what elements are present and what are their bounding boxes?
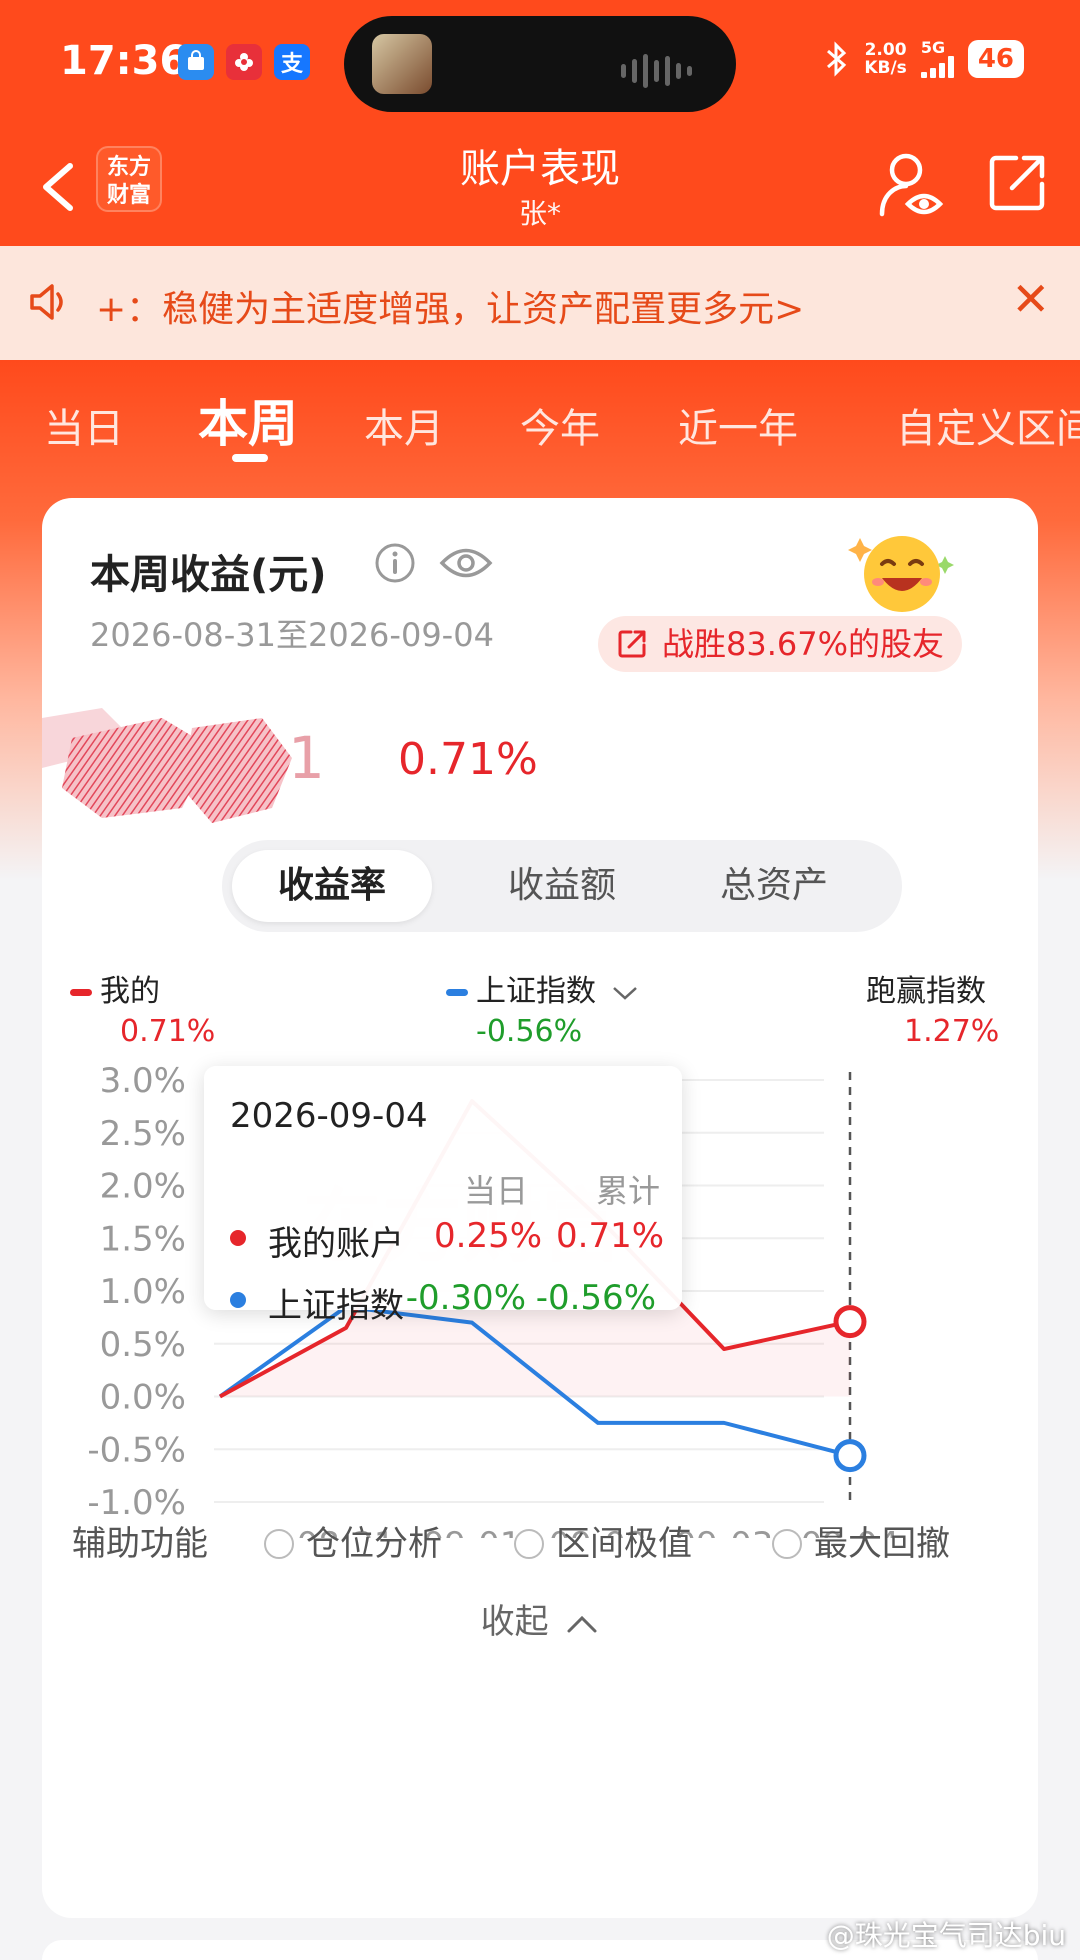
aux-option-drawdown-label: 最大回撤 (814, 1524, 950, 1564)
weibo-watermark: @珠光宝气司达biu (826, 1919, 1066, 1952)
share-icon (618, 630, 646, 658)
legend-excess-label: 跑赢指数 (866, 974, 986, 1009)
date-range: 2026-08-31至2026-09-04 (90, 616, 494, 654)
radio-icon[interactable] (514, 1528, 544, 1559)
tooltip-index-dot (230, 1292, 246, 1308)
tooltip-col-day: 当日 (464, 1172, 529, 1210)
period-tabs: 当日 本周 本月 今年 近一年 自定义区间 (0, 372, 1080, 472)
bag-app-icon (178, 44, 214, 80)
tab-this-year[interactable]: 今年 (520, 396, 600, 454)
audio-wave-icon (621, 54, 692, 88)
chevron-up-icon (567, 1615, 597, 1632)
chart-tooltip: 2026-09-04 当日 累计 我的账户 0.25% 0.71% 上证指数 -… (204, 1066, 682, 1326)
metric-tab-return-amount[interactable]: 收益额 (462, 850, 662, 922)
flower-app-icon (226, 44, 262, 80)
speed-value: 2.00 (864, 40, 907, 60)
status-time: 17:36 (60, 38, 188, 84)
chevron-down-icon[interactable] (610, 983, 640, 1003)
legend-mine-value: 0.71% (120, 1014, 216, 1049)
metric-switch: 收益率 收益额 总资产 (222, 840, 902, 932)
legend-index-swatch (446, 989, 468, 996)
tooltip-index-day: -0.30% (405, 1278, 526, 1318)
notice-text[interactable]: +：稳健为主适度增强，让资产配置更多元> (96, 280, 804, 332)
tooltip-mine-dot (230, 1230, 246, 1246)
y-tick-label: 3.0% (100, 1061, 186, 1101)
y-tick-label: 1.5% (100, 1219, 186, 1259)
active-tab-indicator (232, 454, 268, 462)
aux-functions-label: 辅助功能 (72, 1524, 208, 1564)
status-bar: 17:36 支 2.00 KB/s 5G 46 (0, 0, 1080, 130)
speed-unit: KB/s (864, 58, 907, 78)
collapse-button[interactable]: 收起 (42, 1594, 1038, 1643)
collapse-label: 收起 (480, 1602, 549, 1642)
y-tick-label: 2.0% (100, 1167, 186, 1207)
metric-tab-return-rate[interactable]: 收益率 (232, 850, 432, 922)
notice-bar[interactable]: +：稳健为主适度增强，让资产配置更多元> ✕ (0, 246, 1080, 360)
tooltip-mine-name: 我的账户 (268, 1224, 404, 1264)
legend-excess: 跑赢指数 (866, 966, 986, 1010)
aux-option-range-extremes[interactable]: 区间极值 (514, 1516, 692, 1565)
performance-card: 本周收益(元) 2026-08-31至2026-09-04 战胜83.67%的股… (42, 498, 1038, 1918)
redacted-amount-digit: 1 (288, 724, 325, 792)
legend-index[interactable]: 上证指数 (446, 966, 640, 1010)
index-highlight-point (833, 1439, 867, 1473)
card-title: 本周收益(元) (90, 552, 327, 598)
cellular-indicator: 5G (920, 38, 954, 78)
view-profile-icon[interactable] (876, 148, 946, 224)
tooltip-mine-total: 0.71% (556, 1216, 665, 1256)
redacted-amount-scribble: 1 (42, 708, 325, 823)
radio-icon[interactable] (772, 1528, 802, 1559)
close-icon[interactable]: ✕ (1011, 272, 1050, 326)
status-app-icons: 支 (178, 44, 310, 80)
bluetooth-icon (827, 41, 847, 77)
legend-mine-swatch (70, 989, 92, 996)
tab-today[interactable]: 当日 (44, 396, 124, 454)
aux-option-range-label: 区间极值 (556, 1524, 692, 1564)
battery-indicator: 46 (967, 40, 1024, 78)
y-tick-label: 0.0% (100, 1378, 186, 1418)
legend-index-value: -0.56% (476, 1014, 583, 1049)
y-tick-label: 2.5% (100, 1114, 186, 1154)
tab-custom-range[interactable]: 自定义区间 (896, 396, 1080, 454)
tab-this-week[interactable]: 本周 (198, 384, 298, 456)
aux-option-max-drawdown[interactable]: 最大回撤 (772, 1516, 950, 1565)
tooltip-index-total: -0.56% (535, 1278, 656, 1318)
speaker-icon (30, 284, 63, 320)
mine-highlight-point (833, 1305, 867, 1339)
aux-option-position[interactable]: 仓位分析 (264, 1516, 442, 1565)
tab-this-month[interactable]: 本月 (364, 396, 444, 454)
tooltip-mine-day: 0.25% (434, 1216, 543, 1256)
network-speed: 2.00 KB/s (864, 41, 906, 77)
beat-peers-badge[interactable]: 战胜83.67%的股友 (598, 616, 963, 672)
legend-index-label: 上证指数 (476, 974, 596, 1009)
laughing-emoji-icon (848, 536, 954, 612)
eye-icon[interactable] (438, 542, 494, 584)
tooltip-index-name: 上证指数 (268, 1286, 404, 1326)
dynamic-island (344, 16, 736, 112)
legend-mine: 我的 (70, 966, 160, 1010)
beat-peers-text: 战胜83.67%的股友 (662, 625, 945, 663)
legend-mine-label: 我的 (100, 974, 160, 1009)
y-tick-label: -0.5% (87, 1430, 186, 1470)
tab-last-year[interactable]: 近一年 (678, 396, 798, 454)
weekly-return-pct: 0.71% (398, 734, 538, 785)
signal-icon (920, 56, 954, 78)
alipay-app-icon: 支 (274, 44, 310, 80)
info-icon[interactable] (374, 542, 416, 584)
metric-tab-total-assets[interactable]: 总资产 (674, 850, 874, 922)
radio-icon[interactable] (264, 1528, 294, 1559)
tooltip-col-total: 累计 (596, 1172, 661, 1210)
status-indicators: 2.00 KB/s 5G 46 (824, 40, 1024, 78)
y-tick-label: 0.5% (100, 1325, 186, 1365)
music-cover-image (372, 34, 432, 94)
legend-excess-value: 1.27% (904, 1014, 1000, 1049)
share-icon[interactable] (986, 152, 1048, 214)
aux-option-position-label: 仓位分析 (306, 1524, 442, 1564)
tooltip-date: 2026-09-04 (230, 1096, 428, 1136)
y-tick-label: 1.0% (100, 1272, 186, 1312)
network-type: 5G (920, 38, 946, 57)
app-header: 东方 财富 账户表现 张* (0, 130, 1080, 246)
